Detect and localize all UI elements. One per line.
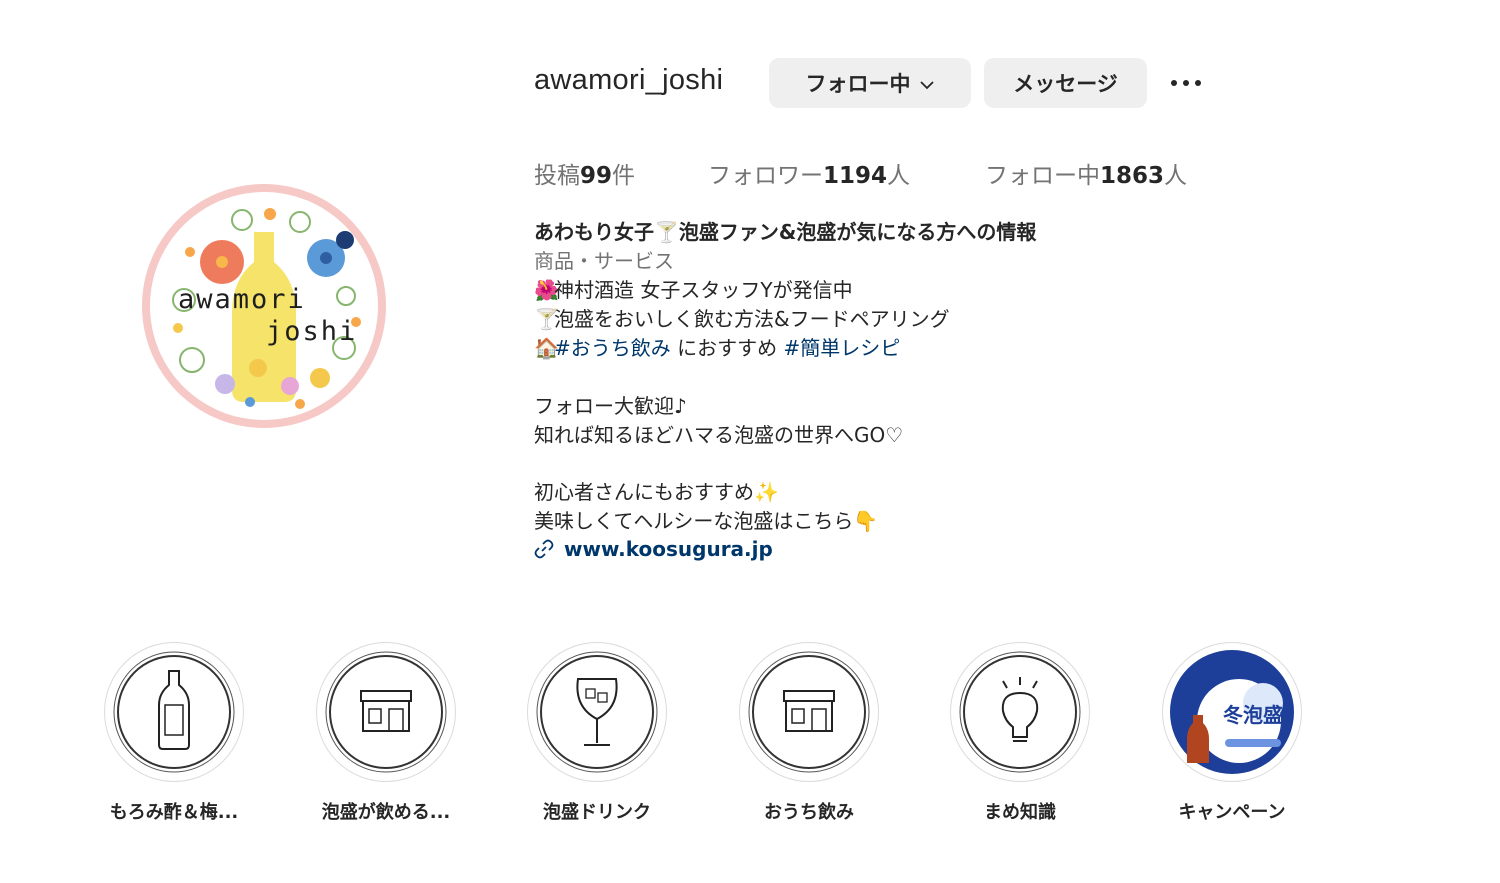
hashtag-link-kantan-recipe[interactable]: #簡単レシピ <box>783 336 900 360</box>
posts-label: 投稿 <box>534 163 580 189</box>
highlight-label: おうち飲み <box>764 802 854 823</box>
highlight-item[interactable]: おうち飲み <box>739 642 879 823</box>
avatar-text-line2: joshi <box>266 316 358 347</box>
highlight-cover[interactable] <box>104 642 244 782</box>
bio-name: あわもり女子🍸泡盛ファン&泡盛が気になる方への情報 <box>534 220 1037 244</box>
link-icon <box>534 539 554 559</box>
posts-count: 99 <box>580 163 613 189</box>
bio-line-3-text: におすすめ <box>670 336 784 360</box>
following-stat[interactable]: フォロー中1863人 <box>985 156 1187 190</box>
following-button-label: フォロー中 <box>805 72 911 96</box>
username: awamori_joshi <box>534 64 724 96</box>
posts-stat: 投稿99件 <box>534 156 635 190</box>
store-icon <box>748 651 870 773</box>
bio-line-7: 美味しくてヘルシーな泡盛はこちら👇 <box>534 509 879 533</box>
bio-line-4: フォロー大歓迎♪ <box>534 394 687 418</box>
following-unit: 人 <box>1164 163 1188 189</box>
followers-count: 1194 <box>823 163 888 189</box>
posts-unit: 件 <box>612 163 636 189</box>
avatar-image: awamori joshi <box>150 192 378 420</box>
campaign-image-text: 冬泡盛 <box>1223 703 1283 727</box>
bio-line-2: 🍸泡盛をおいしく飲む方法&フードペアリング <box>534 305 950 334</box>
chevron-down-icon <box>919 71 935 95</box>
website-link-text: www.koosugura.jp <box>564 537 773 561</box>
highlight-item[interactable]: もろみ酢＆梅... <box>104 642 244 823</box>
followers-stat[interactable]: フォロワー1194人 <box>708 156 910 190</box>
highlight-label: 泡盛が飲める... <box>321 802 451 823</box>
following-button[interactable]: フォロー中 <box>769 58 971 108</box>
website-link[interactable]: www.koosugura.jp <box>534 537 773 561</box>
highlight-cover[interactable] <box>316 642 456 782</box>
highlight-label: キャンペーン <box>1178 802 1286 823</box>
following-count: 1863 <box>1100 163 1165 189</box>
message-button[interactable]: メッセージ <box>984 58 1147 108</box>
hibiscus-emoji-icon: 🌺 <box>534 278 559 302</box>
following-label: フォロー中 <box>985 163 1100 189</box>
message-button-label: メッセージ <box>1013 72 1118 96</box>
highlight-cover[interactable] <box>950 642 1090 782</box>
highlight-item[interactable]: 泡盛ドリンク <box>527 642 667 823</box>
bio-line-6: 初心者さんにもおすすめ✨ <box>534 480 779 504</box>
lightbulb-icon <box>959 651 1081 773</box>
highlight-label: まめ知識 <box>984 802 1056 823</box>
store-icon <box>325 651 447 773</box>
avatar-text-line1: awamori <box>178 284 306 315</box>
bio-line-5: 知れば知るほどハマる泡盛の世界へGO♡ <box>534 423 904 447</box>
hashtag-link-ouchi-nomi[interactable]: #おうち飲み <box>554 336 671 360</box>
bottle-icon <box>113 651 235 773</box>
more-options-icon[interactable] <box>1167 68 1205 98</box>
cocktail-emoji-icon: 🍸 <box>534 307 559 331</box>
house-emoji-icon: 🏠 <box>534 336 559 360</box>
followers-label: フォロワー <box>708 163 823 189</box>
bio-line-1-text: 神村酒造 女子スタッフYが発信中 <box>554 278 853 302</box>
highlight-item[interactable]: 冬泡盛 キャンペーン <box>1162 642 1302 823</box>
bio-line-2-text: 泡盛をおいしく飲む方法&フードペアリング <box>554 307 950 331</box>
bio-line-3: 🏠#おうち飲み におすすめ #簡単レシピ <box>534 334 900 363</box>
highlight-label: もろみ酢＆梅... <box>109 802 239 823</box>
highlight-label: 泡盛ドリンク <box>543 802 651 823</box>
glass-icon <box>536 651 658 773</box>
profile-avatar[interactable]: awamori joshi <box>142 184 386 428</box>
followers-unit: 人 <box>887 163 911 189</box>
bio-line-1: 🌺神村酒造 女子スタッフYが発信中 <box>534 276 853 305</box>
highlight-cover[interactable] <box>527 642 667 782</box>
bio-category: 商品・サービス <box>534 249 674 273</box>
highlight-item[interactable]: まめ知識 <box>950 642 1090 823</box>
highlight-cover[interactable]: 冬泡盛 <box>1162 642 1302 782</box>
highlight-cover[interactable] <box>739 642 879 782</box>
highlight-item[interactable]: 泡盛が飲める... <box>316 642 456 823</box>
